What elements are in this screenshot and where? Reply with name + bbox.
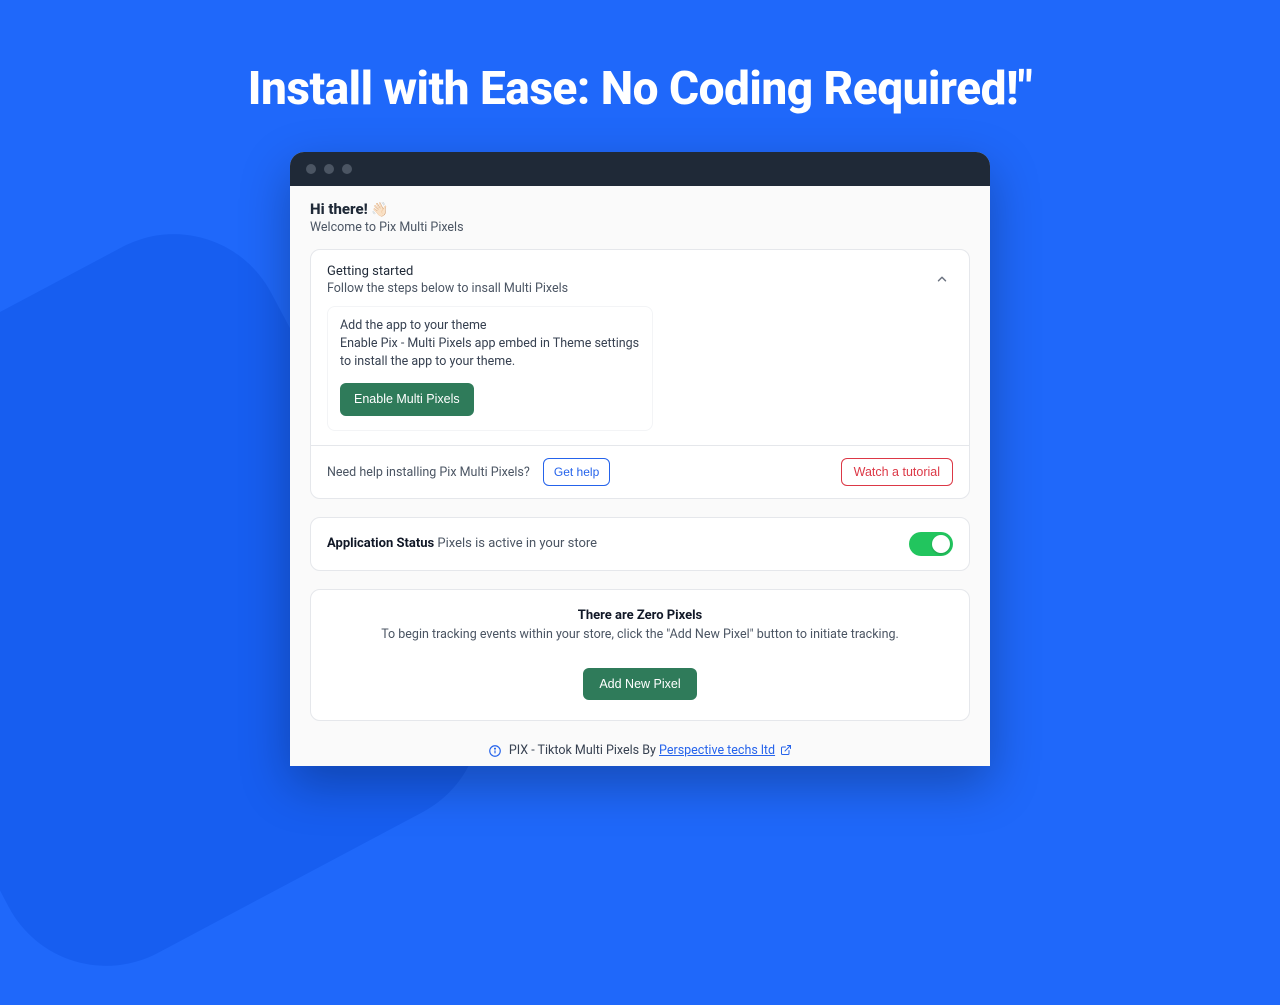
info-icon — [488, 744, 502, 758]
footer-vendor-link[interactable]: Perspective techs ltd — [659, 743, 775, 758]
application-status-card: Application Status Pixels is active in y… — [310, 517, 970, 571]
getting-started-title: Getting started — [327, 264, 568, 279]
step-add-to-theme: Add the app to your theme Enable Pix - M… — [327, 306, 653, 431]
window-control-close-icon[interactable] — [306, 164, 316, 174]
getting-started-header: Getting started Follow the steps below t… — [327, 264, 568, 296]
status-label: Application Status — [327, 536, 434, 551]
step-title: Add the app to your theme — [340, 317, 640, 335]
greeting: Hi there! 👋🏻 Welcome to Pix Multi Pixels — [310, 200, 970, 235]
page-headline: Install with Ease: No Coding Required!" — [0, 0, 1280, 152]
getting-started-footer: Need help installing Pix Multi Pixels? G… — [311, 445, 969, 498]
browser-titlebar — [290, 152, 990, 186]
empty-body: To begin tracking events within your sto… — [327, 627, 953, 642]
greeting-subtitle: Welcome to Pix Multi Pixels — [310, 220, 970, 235]
empty-title: There are Zero Pixels — [327, 608, 953, 623]
window-control-zoom-icon[interactable] — [342, 164, 352, 174]
pixels-empty-state-card: There are Zero Pixels To begin tracking … — [310, 589, 970, 722]
application-status-text: Application Status Pixels is active in y… — [327, 536, 597, 551]
watch-tutorial-button[interactable]: Watch a tutorial — [841, 458, 953, 486]
greeting-title: Hi there! — [310, 200, 368, 218]
app-footer: PIX - Tiktok Multi Pixels By Perspective… — [310, 739, 970, 758]
add-new-pixel-button[interactable]: Add New Pixel — [583, 668, 696, 701]
collapse-toggle[interactable] — [931, 268, 953, 290]
external-link-icon — [780, 744, 792, 756]
help-text: Need help installing Pix Multi Pixels? — [327, 465, 530, 480]
browser-window: Hi there! 👋🏻 Welcome to Pix Multi Pixels… — [290, 152, 990, 766]
chevron-up-icon — [935, 272, 949, 286]
enable-multi-pixels-button[interactable]: Enable Multi Pixels — [340, 383, 474, 416]
get-help-button[interactable]: Get help — [543, 458, 610, 486]
application-status-toggle[interactable] — [909, 532, 953, 556]
getting-started-card: Getting started Follow the steps below t… — [310, 249, 970, 499]
step-body: Enable Pix - Multi Pixels app embed in T… — [340, 335, 640, 371]
status-message: Pixels is active in your store — [437, 536, 597, 551]
getting-started-subtitle: Follow the steps below to insall Multi P… — [327, 281, 568, 296]
footer-text: PIX - Tiktok Multi Pixels By — [509, 743, 659, 758]
toggle-knob — [932, 535, 950, 553]
waving-hand-icon: 👋🏻 — [371, 202, 388, 218]
window-control-minimize-icon[interactable] — [324, 164, 334, 174]
app-body: Hi there! 👋🏻 Welcome to Pix Multi Pixels… — [290, 186, 990, 766]
